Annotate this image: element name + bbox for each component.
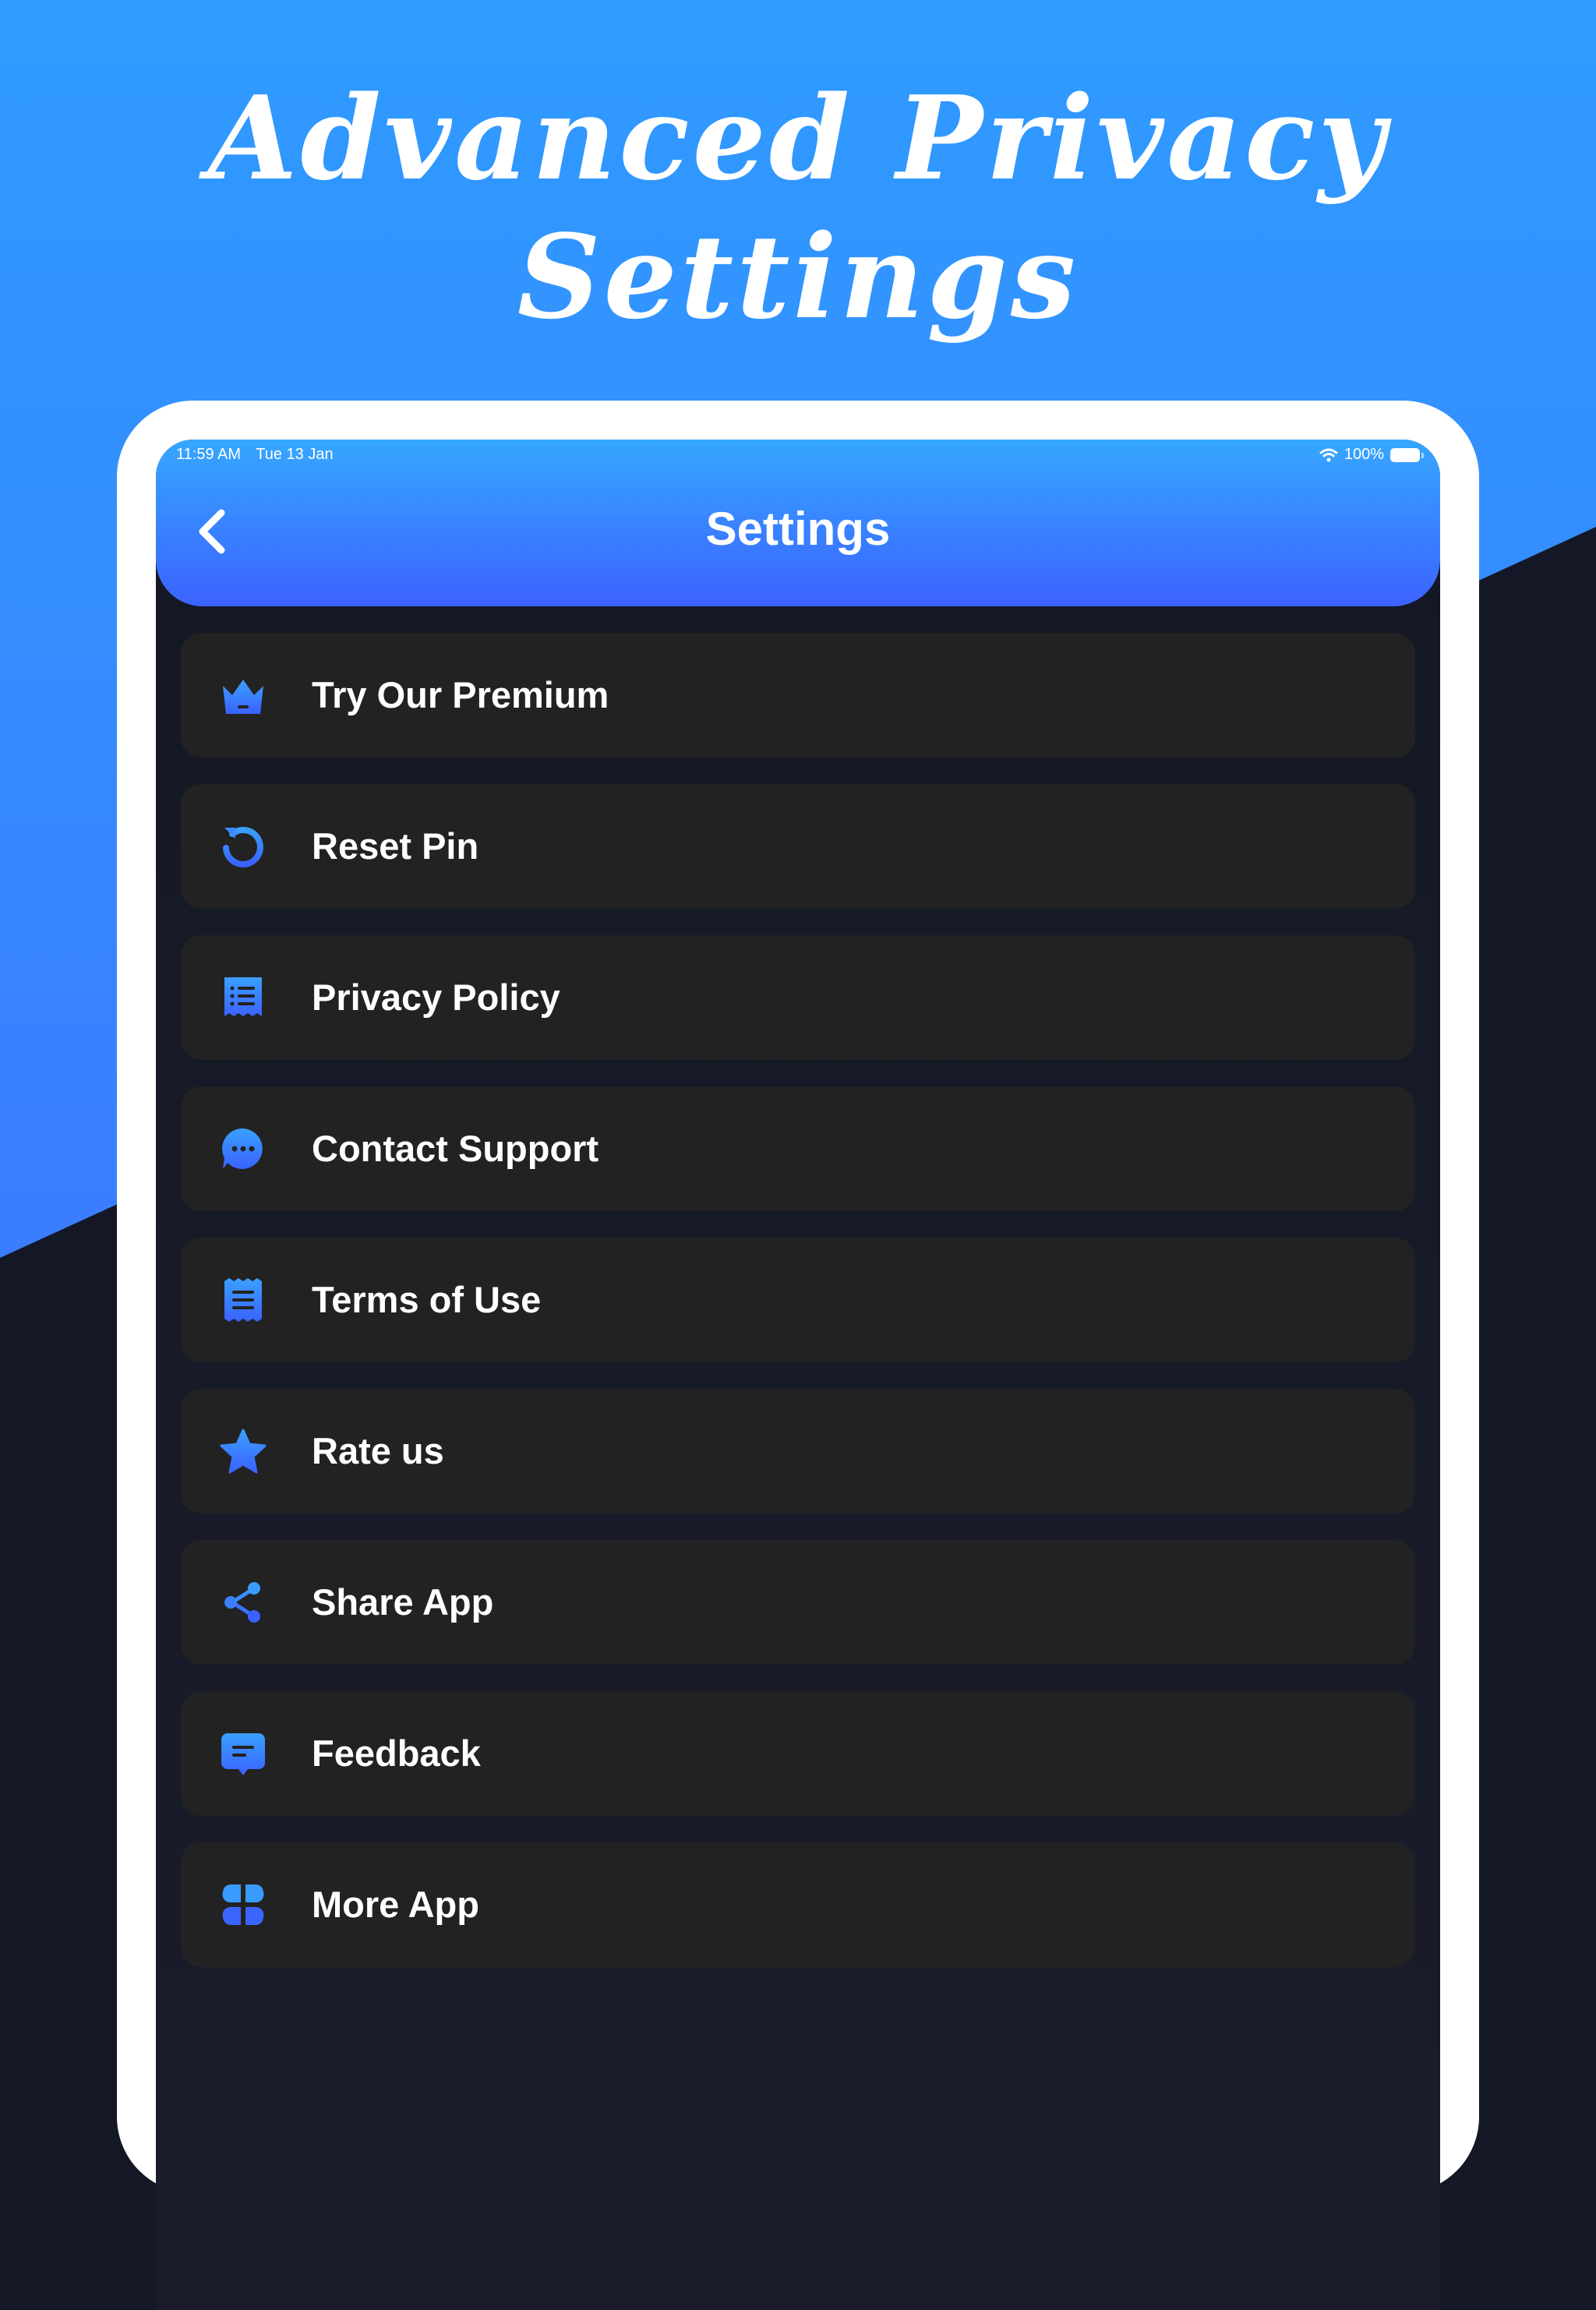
menu-item-feedback[interactable]: Feedback bbox=[181, 1691, 1415, 1816]
menu-item-label: Contact Support bbox=[312, 1128, 599, 1169]
page-title: Settings bbox=[705, 503, 891, 555]
menu-item-label: Try Our Premium bbox=[312, 674, 609, 715]
settings-menu: Try Our Premium Reset Pin Privacy Policy… bbox=[181, 633, 1415, 1994]
star-icon bbox=[220, 1428, 267, 1475]
menu-item-terms-of-use[interactable]: Terms of Use bbox=[181, 1238, 1415, 1362]
menu-item-reset-pin[interactable]: Reset Pin bbox=[181, 784, 1415, 909]
chat-bubble-icon bbox=[220, 1125, 267, 1172]
menu-item-rate-us[interactable]: Rate us bbox=[181, 1389, 1415, 1514]
status-time: 11:59 AM bbox=[176, 446, 242, 463]
nav-header: 11:59 AM Tue 13 Jan 100% Settings bbox=[156, 440, 1440, 606]
battery-percent: 100% bbox=[1344, 446, 1384, 463]
menu-item-share-app[interactable]: Share App bbox=[181, 1540, 1415, 1665]
menu-item-privacy-policy[interactable]: Privacy Policy bbox=[181, 935, 1415, 1060]
promo-title-line-2: Settings bbox=[517, 209, 1079, 344]
menu-item-more-app[interactable]: More App bbox=[181, 1842, 1415, 1967]
menu-item-label: Share App bbox=[312, 1581, 494, 1623]
menu-item-label: Terms of Use bbox=[312, 1279, 542, 1320]
receipt-icon bbox=[220, 1277, 267, 1323]
reset-icon bbox=[220, 823, 267, 870]
menu-item-label: Privacy Policy bbox=[312, 977, 560, 1018]
share-icon bbox=[220, 1579, 267, 1626]
wifi-icon bbox=[1319, 448, 1338, 462]
document-list-icon bbox=[220, 974, 267, 1021]
promo-title: Advanced Privacy Settings bbox=[0, 69, 1596, 346]
battery-icon bbox=[1390, 447, 1424, 462]
menu-item-contact-support[interactable]: Contact Support bbox=[181, 1086, 1415, 1211]
apps-grid-icon bbox=[220, 1881, 267, 1928]
menu-item-premium[interactable]: Try Our Premium bbox=[181, 633, 1415, 758]
status-date: Tue 13 Jan bbox=[256, 446, 334, 463]
status-bar: 11:59 AM Tue 13 Jan 100% bbox=[156, 440, 1440, 471]
menu-item-label: Feedback bbox=[312, 1732, 481, 1774]
menu-item-label: Rate us bbox=[312, 1430, 444, 1471]
feedback-icon bbox=[220, 1730, 267, 1777]
menu-item-label: More App bbox=[312, 1884, 479, 1925]
device-frame: 11:59 AM Tue 13 Jan 100% Settings Try Ou… bbox=[117, 401, 1479, 2310]
menu-item-label: Reset Pin bbox=[312, 825, 479, 867]
app-screen: 11:59 AM Tue 13 Jan 100% Settings Try Ou… bbox=[156, 440, 1440, 2310]
promo-title-line-1: Advanced Privacy bbox=[207, 70, 1389, 206]
crown-icon bbox=[220, 672, 267, 719]
